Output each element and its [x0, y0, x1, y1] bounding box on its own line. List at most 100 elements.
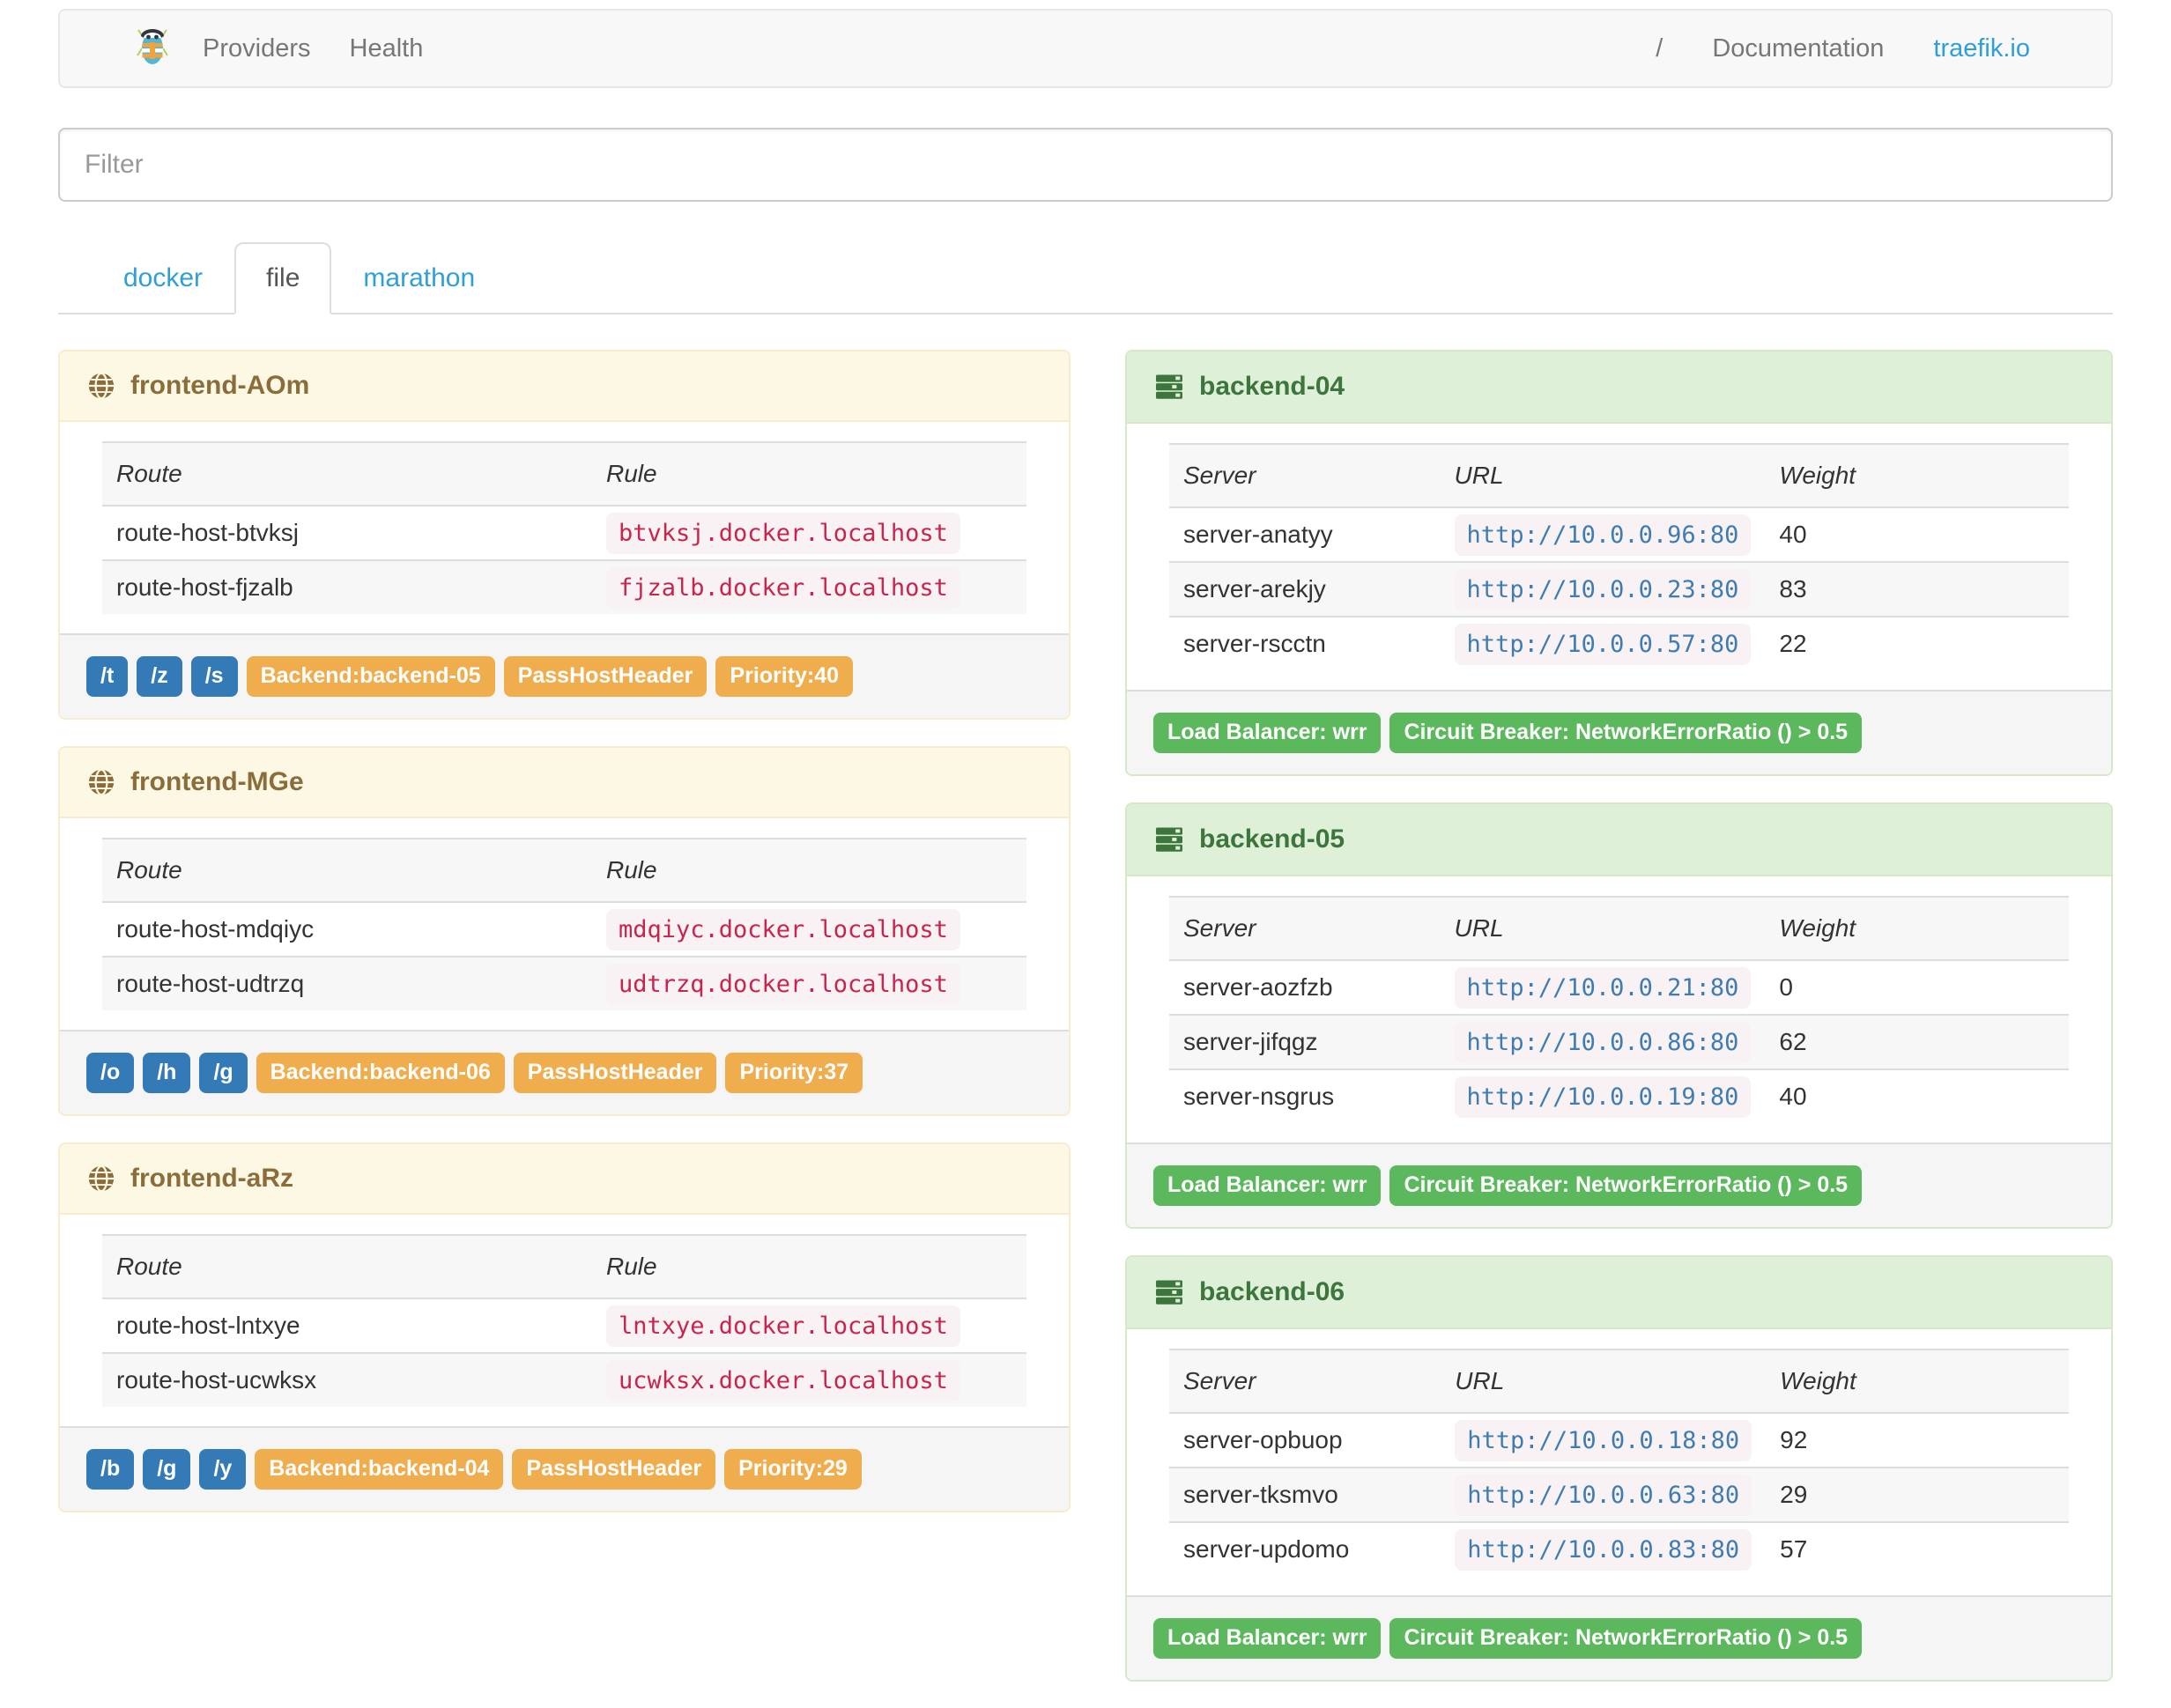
backend-panel-footer: Load Balancer: wrr Circuit Breaker: Netw…	[1127, 1142, 2111, 1227]
server-weight: 29	[1766, 1467, 2069, 1522]
routes-table: Route Rule route-host-lntxye lntxye.dock…	[102, 1234, 1026, 1407]
backend-panel-footer: Load Balancer: wrr Circuit Breaker: Netw…	[1127, 690, 2111, 774]
panel-body: Route Rule route-host-mdqiyc mdqiyc.dock…	[60, 818, 1069, 1030]
table-row: server-arekjy http://10.0.0.23:80 83	[1169, 561, 2069, 617]
server-url-link[interactable]: http://10.0.0.21:80	[1454, 967, 1752, 1009]
tab-docker[interactable]: docker	[92, 242, 234, 314]
backend-panel-06: backend-06 Server URL Weight server-opbu…	[1125, 1255, 2113, 1682]
server-url-link[interactable]: http://10.0.0.83:80	[1455, 1529, 1752, 1571]
server-name: server-nsgrus	[1169, 1068, 1441, 1123]
table-row: server-anatyy http://10.0.0.96:80 40	[1169, 506, 2069, 562]
servers-table: Server URL Weight server-aozfzb http://1…	[1169, 896, 2069, 1123]
page-container: Providers Health / Documentation traefik…	[58, 9, 2113, 1708]
server-url-link[interactable]: http://10.0.0.23:80	[1454, 569, 1752, 610]
globe-icon	[86, 767, 116, 797]
nav-documentation[interactable]: Documentation	[1687, 34, 1908, 63]
priority-badge: Priority:37	[725, 1053, 863, 1093]
route-rule-code: btvksj.docker.localhost	[605, 513, 960, 554]
content-row: frontend-AOm Route Rule route-host-btvks…	[58, 350, 2113, 1708]
panel-title: frontend-MGe	[130, 767, 304, 796]
entrypoint-badge: /g	[143, 1449, 191, 1490]
server-weight: 0	[1765, 959, 2069, 1015]
column-header-weight: Weight	[1765, 443, 2069, 507]
server-name: server-anatyy	[1169, 506, 1441, 562]
table-row: server-tksmvo http://10.0.0.63:80 29	[1169, 1467, 2069, 1522]
backend-badge: Backend:backend-05	[246, 656, 495, 697]
priority-badge: Priority:29	[724, 1449, 862, 1490]
navbar: Providers Health / Documentation traefik…	[58, 9, 2113, 88]
table-row: route-host-fjzalb fjzalb.docker.localhos…	[102, 559, 1026, 614]
nav-traefik-io[interactable]: traefik.io	[1908, 34, 2055, 63]
backends-column: backend-04 Server URL Weight server-anat…	[1125, 350, 2113, 1708]
entrypoint-badge: /b	[86, 1449, 135, 1490]
panel-body: Server URL Weight server-opbuop http://1…	[1127, 1329, 2111, 1595]
frontend-panel-MGe: frontend-MGe Route Rule route-host-mdqiy…	[58, 746, 1071, 1116]
table-row: route-host-ucwksx ucwksx.docker.localhos…	[102, 1352, 1026, 1407]
route-name: route-host-btvksj	[102, 505, 592, 560]
servers-table: Server URL Weight server-opbuop http://1…	[1169, 1349, 2069, 1576]
panel-body: Server URL Weight server-anatyy http://1…	[1127, 424, 2111, 690]
nav-health[interactable]: Health	[330, 34, 443, 63]
route-rule-code: mdqiyc.docker.localhost	[605, 909, 960, 950]
route-name: route-host-mdqiyc	[102, 901, 592, 957]
frontend-panel-footer: /b /g /y Backend:backend-04 PassHostHead…	[60, 1426, 1069, 1511]
routes-table: Route Rule route-host-mdqiyc mdqiyc.dock…	[102, 838, 1026, 1010]
server-url-link[interactable]: http://10.0.0.18:80	[1455, 1420, 1752, 1461]
nav-root-slash[interactable]: /	[1631, 34, 1687, 63]
frontend-panel-aRz: frontend-aRz Route Rule route-host-lntxy…	[58, 1142, 1071, 1512]
table-row: route-host-btvksj btvksj.docker.localhos…	[102, 505, 1026, 560]
panel-title: frontend-aRz	[130, 1164, 293, 1193]
route-name: route-host-lntxye	[102, 1298, 592, 1353]
route-rule-code: lntxye.docker.localhost	[605, 1305, 960, 1347]
column-header-weight: Weight	[1766, 1349, 2069, 1413]
server-name: server-aozfzb	[1169, 959, 1441, 1015]
column-header-url: URL	[1441, 1349, 1767, 1413]
server-name: server-arekjy	[1169, 561, 1441, 617]
route-name: route-host-ucwksx	[102, 1352, 592, 1407]
entrypoint-badge: /g	[199, 1053, 248, 1093]
column-header-route: Route	[102, 1234, 592, 1298]
priority-badge: Priority:40	[715, 656, 854, 697]
server-name: server-updomo	[1169, 1521, 1441, 1576]
nav-providers[interactable]: Providers	[183, 34, 330, 63]
route-name: route-host-fjzalb	[102, 559, 592, 614]
traefik-logo[interactable]	[136, 26, 169, 72]
load-balancer-badge: Load Balancer: wrr	[1153, 1618, 1382, 1659]
servers-table: Server URL Weight server-anatyy http://1…	[1169, 443, 2069, 670]
server-url-link[interactable]: http://10.0.0.57:80	[1454, 624, 1752, 665]
frontend-panel-footer: /t /z /s Backend:backend-05 PassHostHead…	[60, 633, 1069, 718]
tab-marathon[interactable]: marathon	[331, 242, 507, 314]
panel-title: backend-04	[1199, 372, 1345, 401]
route-rule-code: udtrzq.docker.localhost	[605, 964, 960, 1005]
frontend-panel-heading: frontend-AOm	[60, 351, 1069, 422]
panel-title: backend-05	[1199, 824, 1345, 854]
frontend-panel-footer: /o /h /g Backend:backend-06 PassHostHead…	[60, 1030, 1069, 1114]
filter-input[interactable]	[58, 128, 2113, 202]
entrypoint-badge: /o	[86, 1053, 135, 1093]
server-url-link[interactable]: http://10.0.0.86:80	[1454, 1022, 1752, 1063]
server-url-link[interactable]: http://10.0.0.19:80	[1454, 1076, 1752, 1118]
table-row: server-updomo http://10.0.0.83:80 57	[1169, 1521, 2069, 1576]
panel-body: Route Rule route-host-lntxye lntxye.dock…	[60, 1215, 1069, 1426]
route-name: route-host-udtrzq	[102, 956, 592, 1010]
server-url-link[interactable]: http://10.0.0.63:80	[1455, 1475, 1752, 1516]
table-row: route-host-mdqiyc mdqiyc.docker.localhos…	[102, 901, 1026, 957]
server-weight: 92	[1766, 1412, 2069, 1468]
column-header-rule: Rule	[591, 441, 1026, 506]
server-stack-icon	[1153, 371, 1185, 403]
server-weight: 22	[1765, 616, 2069, 670]
column-header-route: Route	[102, 838, 592, 902]
panel-body: Route Rule route-host-btvksj btvksj.dock…	[60, 422, 1069, 633]
column-header-route: Route	[102, 441, 592, 506]
server-url-link[interactable]: http://10.0.0.96:80	[1454, 514, 1752, 556]
server-stack-icon	[1153, 824, 1185, 855]
circuit-breaker-badge: Circuit Breaker: NetworkErrorRatio () > …	[1389, 1165, 1863, 1206]
routes-table: Route Rule route-host-btvksj btvksj.dock…	[102, 441, 1026, 614]
server-weight: 83	[1765, 561, 2069, 617]
backend-panel-footer: Load Balancer: wrr Circuit Breaker: Netw…	[1127, 1595, 2111, 1680]
entrypoint-badge: /t	[86, 656, 129, 697]
table-row: server-jifqgz http://10.0.0.86:80 62	[1169, 1014, 2069, 1069]
tab-file[interactable]: file	[234, 242, 332, 314]
panel-body: Server URL Weight server-aozfzb http://1…	[1127, 876, 2111, 1142]
route-rule-code: ucwksx.docker.localhost	[605, 1360, 960, 1401]
